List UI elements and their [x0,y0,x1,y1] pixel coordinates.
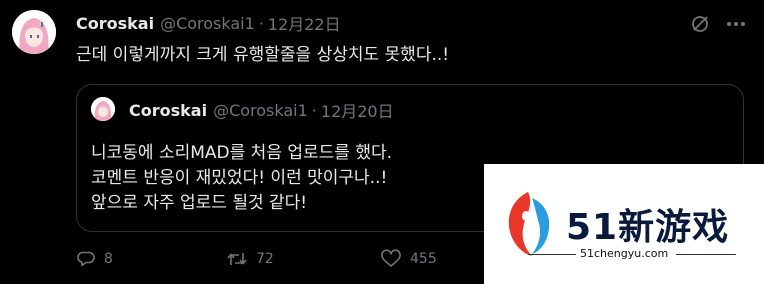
watermark-divider [528,254,576,255]
reply-button[interactable]: 8 [76,246,113,272]
grok-icon [692,16,708,32]
quote-display-name[interactable]: Coroskai [129,101,207,120]
watermark-url: 51chengyu.com [580,247,669,260]
quote-avatar[interactable] [91,97,115,121]
tweet[interactable]: Coroskai @Coroskai1 · 12月22日 근데 이렇게까지 크게… [0,0,764,284]
quote-text-line: 니코동에 소리MAD를 처음 업로드를 했다. [91,143,393,163]
quote-header: Coroskai @Coroskai1 · 12月20日 [129,98,394,122]
display-name[interactable]: Coroskai [76,14,154,33]
like-button[interactable]: 455 [380,246,437,272]
avatar[interactable] [12,10,56,54]
reply-count: 8 [104,251,113,267]
retweet-button[interactable]: 72 [226,246,274,272]
tweet-text: 근데 이렇게까지 크게 유행할줄을 상상치도 못했다..! [76,45,450,65]
more-options-button[interactable] [722,12,750,36]
quote-text-line: 앞으로 자주 업로드 될것 같다! [91,193,308,213]
quote-avatar-image [91,97,115,121]
brand-logo-icon [508,192,550,256]
quote-user-handle[interactable]: @Coroskai1 [213,101,308,120]
retweet-count: 72 [256,251,274,267]
quote-text-line: 코멘트 반응이 재밌었다! 이런 맛이구나..! [91,168,388,188]
user-handle[interactable]: @Coroskai1 [160,14,255,33]
quote-separator-dot: · [311,100,317,120]
retweet-icon [227,253,247,265]
quote-timestamp[interactable]: 12月20日 [321,98,394,122]
watermark-divider [676,254,736,255]
tweet-header: Coroskai @Coroskai1 · 12月22日 [76,11,341,35]
watermark-overlay: 51新游戏 51chengyu.com [484,164,764,284]
heart-icon [381,249,401,267]
quote-text: 니코동에 소리MAD를 처음 업로드를 했다. 코멘트 반응이 재밌었다! 이런… [91,141,392,216]
like-count: 455 [410,251,437,267]
grok-button[interactable] [688,12,712,36]
timestamp[interactable]: 12月22日 [268,11,341,35]
separator-dot: · [258,13,264,33]
more-icon [727,22,745,26]
avatar-image [12,10,56,54]
watermark-title: 51新游戏 [566,207,730,248]
reply-icon [77,251,95,267]
